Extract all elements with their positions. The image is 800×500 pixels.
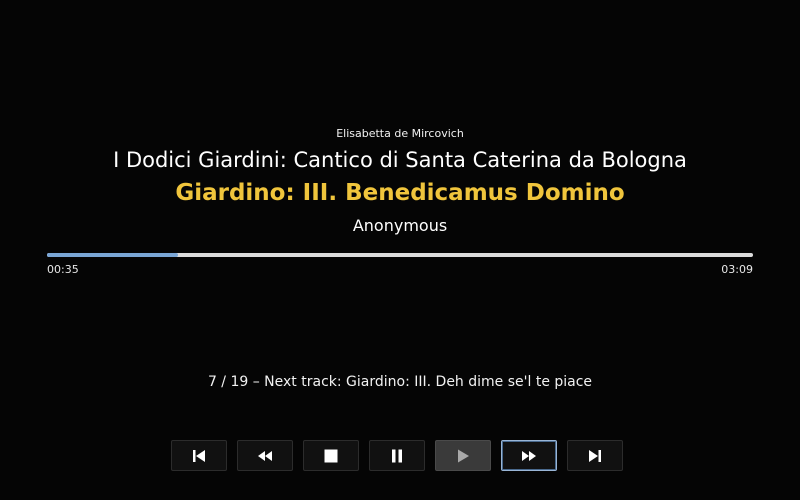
pause-icon: [390, 449, 404, 463]
previous-track-button[interactable]: [171, 440, 227, 471]
skip-forward-icon: [587, 449, 603, 463]
next-track-button[interactable]: [567, 440, 623, 471]
fast-forward-button[interactable]: [501, 440, 557, 471]
composer-name: Anonymous: [352, 216, 448, 235]
album-title: I Dodici Giardini: Cantico di Santa Cate…: [113, 148, 687, 172]
skip-back-icon: [191, 449, 207, 463]
rewind-button[interactable]: [237, 440, 293, 471]
progress-fill: [47, 253, 178, 257]
next-track-info: 7 / 19 – Next track: Giardino: III. Deh …: [207, 374, 593, 390]
music-player: Elisabetta de Mircovich I Dodici Giardin…: [0, 0, 800, 500]
total-time: 03:09: [721, 263, 753, 276]
pause-button[interactable]: [369, 440, 425, 471]
fast-forward-icon: [521, 450, 537, 462]
elapsed-time: 00:35: [47, 263, 79, 276]
track-title: Giardino: III. Benedicamus Domino: [175, 180, 625, 206]
transport-controls: [171, 440, 629, 473]
play-button[interactable]: [435, 440, 491, 471]
progress-bar[interactable]: [47, 253, 753, 257]
artist-name: Elisabetta de Mircovich: [336, 127, 464, 140]
rewind-icon: [257, 450, 273, 462]
play-icon: [456, 449, 470, 463]
stop-icon: [324, 449, 338, 463]
stop-button[interactable]: [303, 440, 359, 471]
